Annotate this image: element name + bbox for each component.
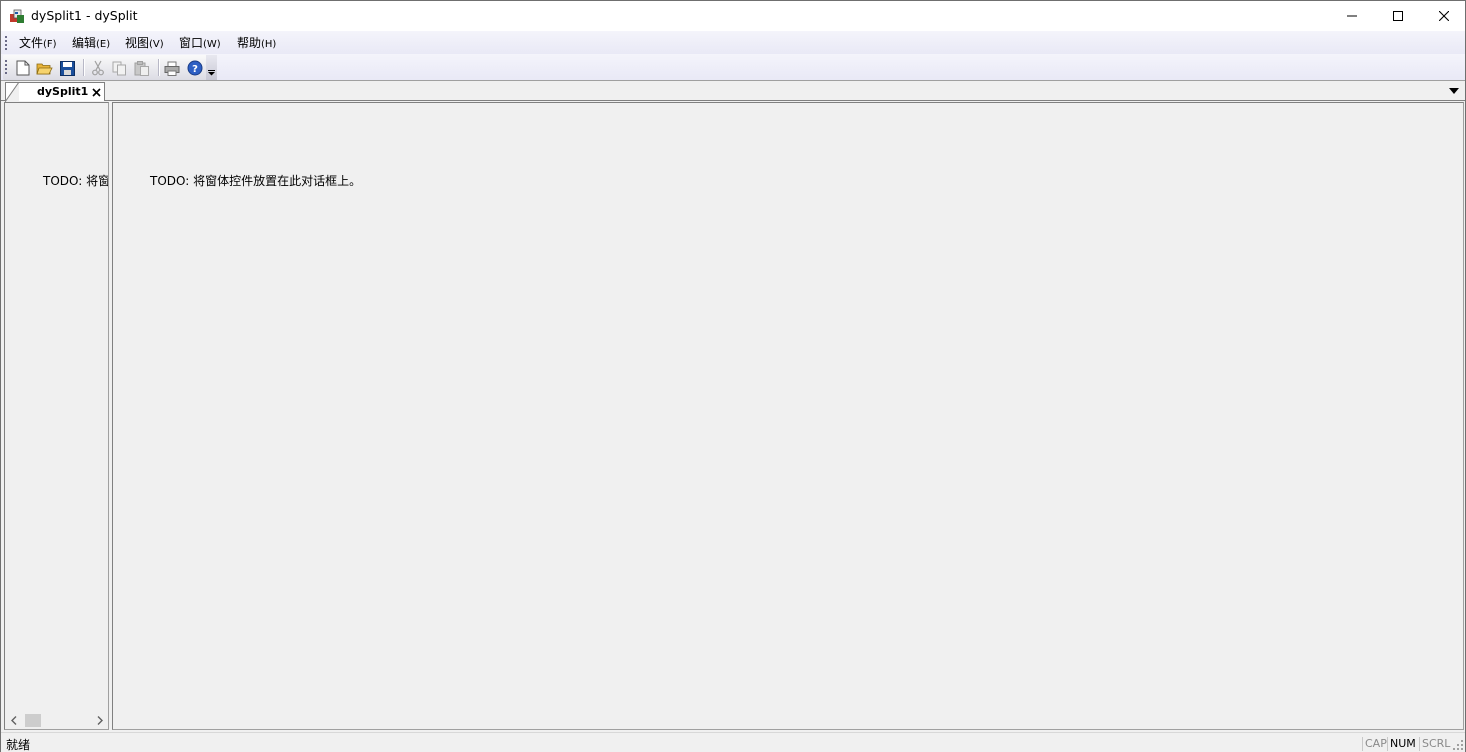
menu-help[interactable]: 帮助(H) — [235, 34, 278, 51]
print-icon — [164, 61, 180, 76]
left-pane-text: TODO: 将窗 — [43, 174, 109, 188]
menu-window-accel: (W) — [203, 39, 221, 50]
save-button[interactable] — [58, 59, 76, 77]
menu-file[interactable]: 文件(F) — [17, 34, 59, 51]
help-icon: ? — [187, 60, 203, 76]
num-indicator: NUM — [1387, 737, 1418, 751]
menu-bar: 文件(F) 编辑(E) 视图(V) 窗口(W) 帮助(H) — [1, 31, 1465, 54]
menu-window[interactable]: 窗口(W) — [177, 34, 223, 51]
chevron-down-icon — [1449, 88, 1459, 94]
menu-view[interactable]: 视图(V) — [123, 34, 166, 51]
app-icon[interactable] — [9, 8, 25, 24]
open-icon — [35, 63, 53, 74]
menu-edit-label: 编辑 — [72, 36, 97, 50]
print-button[interactable] — [163, 59, 181, 77]
cut-button[interactable] — [89, 59, 107, 77]
standard-toolbar: ? — [3, 55, 217, 80]
copy-button[interactable] — [110, 59, 128, 77]
minimize-button[interactable] — [1329, 1, 1375, 31]
toolbar-separator — [158, 59, 159, 76]
scrl-indicator: SCRL — [1419, 737, 1452, 751]
scroll-right-button[interactable] — [91, 712, 108, 729]
menu-file-accel: (F) — [43, 39, 57, 50]
right-pane-text: TODO: 将窗体控件放置在此对话框上。 — [150, 174, 362, 188]
tab-list-dropdown[interactable] — [1448, 85, 1460, 97]
tab-edge-decoration — [5, 82, 19, 102]
status-bar: 就绪 CAP NUM SCRL — [1, 732, 1465, 752]
new-icon — [16, 60, 30, 76]
menu-edit[interactable]: 编辑(E) — [70, 34, 112, 51]
svg-text:?: ? — [192, 64, 198, 75]
resize-grip-icon[interactable] — [1452, 739, 1464, 751]
copy-icon — [112, 61, 126, 75]
status-text: 就绪 — [6, 738, 31, 752]
close-icon — [91, 87, 101, 97]
help-button[interactable]: ? — [186, 59, 204, 77]
menu-file-label: 文件 — [19, 36, 44, 50]
tab-dysplit1[interactable]: dySplit1 — [5, 82, 105, 102]
new-button[interactable] — [14, 59, 32, 77]
toolbar-separator — [83, 59, 84, 76]
chevron-down-icon — [208, 70, 215, 76]
menu-window-label: 窗口 — [179, 36, 204, 50]
menu-view-accel: (V) — [149, 39, 164, 50]
menu-help-label: 帮助 — [237, 36, 262, 50]
paste-icon — [134, 60, 149, 76]
menu-edit-accel: (E) — [96, 39, 111, 50]
left-pane-horizontal-scrollbar[interactable] — [5, 712, 108, 729]
menu-view-label: 视图 — [125, 36, 150, 50]
right-pane[interactable]: TODO: 将窗体控件放置在此对话框上。 — [112, 102, 1464, 730]
scroll-thumb[interactable] — [25, 714, 41, 727]
application-window: dySplit1 - dySplit 文件(F) 编辑(E) 视图(V) 窗口(… — [0, 0, 1466, 752]
close-button[interactable] — [1421, 1, 1466, 31]
cap-indicator: CAP — [1362, 737, 1389, 751]
window-title: dySplit1 - dySplit — [31, 8, 138, 23]
toolbar-grip-icon[interactable] — [5, 60, 8, 74]
tab-label: dySplit1 — [37, 85, 89, 98]
tab-close-button[interactable] — [90, 85, 102, 99]
toolbar: ? — [1, 54, 1465, 81]
paste-button[interactable] — [133, 59, 151, 77]
open-button[interactable] — [35, 59, 53, 77]
document-tab-bar: dySplit1 — [1, 81, 1465, 102]
menu-help-accel: (H) — [261, 39, 277, 50]
save-icon — [59, 60, 75, 76]
cut-icon — [92, 60, 104, 76]
left-pane[interactable]: TODO: 将窗 — [4, 102, 109, 730]
scroll-left-button[interactable] — [5, 712, 22, 729]
title-bar[interactable]: dySplit1 - dySplit — [1, 1, 1465, 31]
chevron-left-icon — [10, 716, 16, 725]
toolbar-overflow-button[interactable] — [206, 55, 217, 80]
maximize-button[interactable] — [1375, 1, 1421, 31]
chevron-right-icon — [97, 716, 103, 725]
menubar-grip-icon[interactable] — [5, 36, 8, 50]
